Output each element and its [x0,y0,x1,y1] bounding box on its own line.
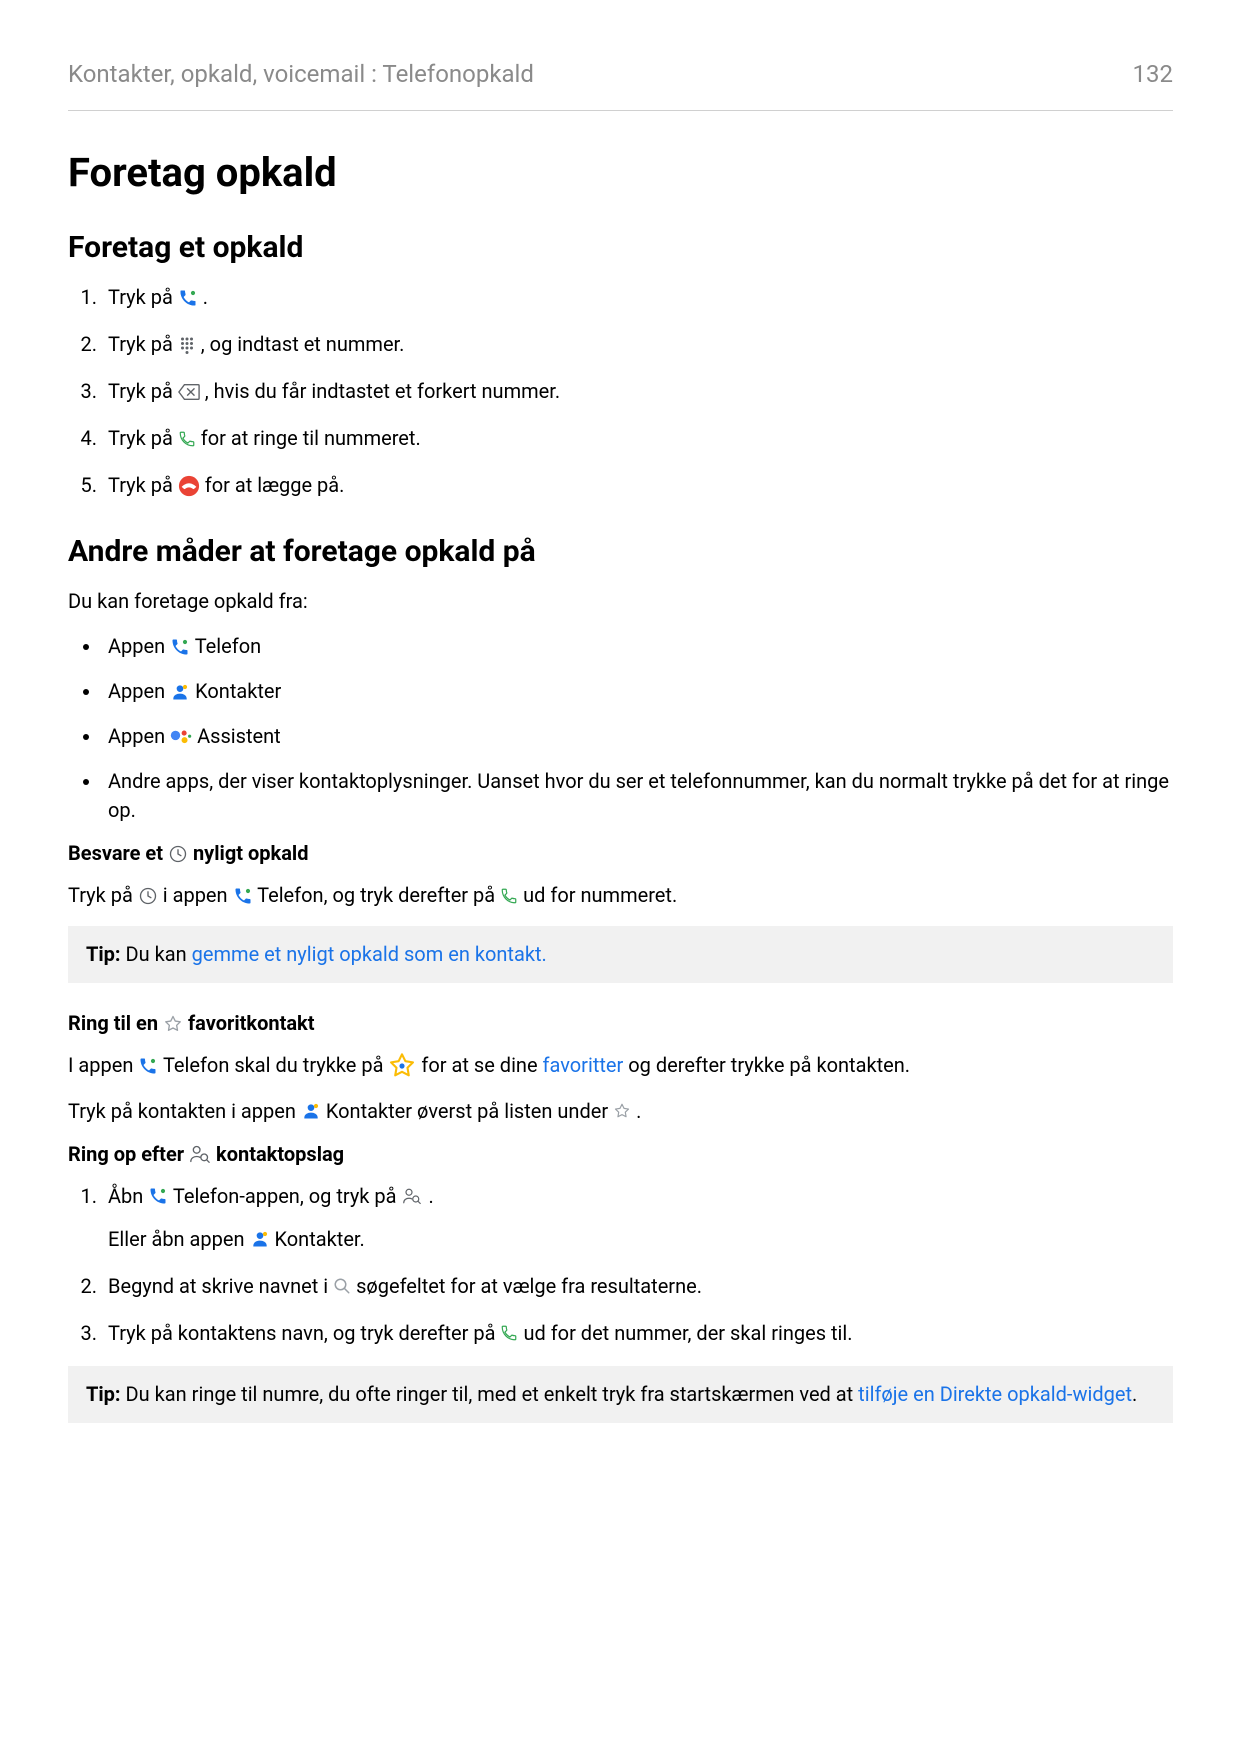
list-item-contacts: Appen Kontakter [102,677,1173,706]
sub-heading-contact-search: Ring op efter kontaktopslag [68,1142,1173,1166]
phone-app-icon [138,1056,158,1076]
phone-app-icon [233,886,253,906]
tip-save-recent: Tip: Du kan gemme et nyligt opkald som e… [68,926,1173,983]
contacts-app-icon [170,682,190,702]
step-5: Tryk på for at lægge på. [102,471,1173,500]
section-heading-make-call: Foretag et opkald [68,230,1173,265]
recent-call-body: Tryk på i appen Telefon, og tryk derefte… [68,881,1173,910]
person-search-icon [189,1144,211,1164]
header-divider [68,110,1173,111]
page-header: Kontakter, opkald, voicemail : Telefonop… [68,60,1173,88]
link-favorites[interactable]: favoritter [543,1053,624,1077]
breadcrumb: Kontakter, opkald, voicemail : Telefonop… [68,60,534,88]
clock-outline-icon [168,844,188,864]
step-4: Tryk på for at ringe til nummeret. [102,424,1173,453]
dialpad-icon [178,336,196,354]
list-item-other-apps: Andre apps, der viser kontaktoplysninger… [102,767,1173,825]
section-heading-other-ways: Andre måder at foretage opkald på [68,534,1173,569]
tip-label: Tip: [86,1382,121,1406]
favorite-body-1: I appen Telefon skal du trykke på for at… [68,1051,1173,1081]
call-outline-icon [500,887,518,905]
sub-heading-recent-call: Besvare et nyligt opkald [68,841,1173,865]
sub-heading-favorite: Ring til en favoritkontakt [68,1011,1173,1035]
list-item-assistant: Appen Assistent [102,722,1173,751]
assistant-app-icon [170,727,192,747]
link-save-recent-contact[interactable]: gemme et nyligt opkald som en kontakt. [192,942,547,966]
other-ways-list: Appen Telefon Appen Kontakter Appen Assi… [68,632,1173,825]
end-call-icon [178,475,200,497]
tip-label: Tip: [86,942,121,966]
page-number: 132 [1133,60,1173,88]
search-icon [333,1277,351,1295]
page-title: Foretag opkald [68,149,1173,196]
clock-outline-icon [138,886,158,906]
other-ways-intro: Du kan foretage opkald fra: [68,587,1173,616]
phone-app-icon [178,288,198,308]
step-2: Begynd at skrive navnet i søgefeltet for… [102,1272,1173,1301]
favorite-body-2: Tryk på kontakten i appen Kontakter øver… [68,1097,1173,1126]
star-large-icon [388,1052,416,1080]
step-3: Tryk på kontaktens navn, og tryk derefte… [102,1319,1173,1348]
list-item-phone: Appen Telefon [102,632,1173,661]
star-outline-icon [613,1102,631,1120]
phone-app-icon [148,1186,168,1206]
step-1: Tryk på . [102,283,1173,312]
call-outline-icon [178,430,196,448]
backspace-icon [178,383,200,401]
link-add-widget[interactable]: tilføje en Direkte opkald-widget [858,1382,1132,1406]
step-1: Åbn Telefon-appen, og tryk på . Eller åb… [102,1182,1173,1254]
phone-app-icon [170,637,190,657]
contact-search-steps: Åbn Telefon-appen, og tryk på . Eller åb… [68,1182,1173,1348]
star-outline-icon [163,1014,183,1034]
contacts-app-icon [301,1101,321,1121]
make-call-steps: Tryk på . Tryk på , og indtast et nummer… [68,283,1173,500]
call-outline-icon [500,1324,518,1342]
contacts-app-icon [250,1229,270,1249]
tip-widget: Tip: Du kan ringe til numre, du ofte rin… [68,1366,1173,1423]
person-search-icon [401,1187,423,1205]
step-2: Tryk på , og indtast et nummer. [102,330,1173,359]
step-3: Tryk på , hvis du får indtastet et forke… [102,377,1173,406]
